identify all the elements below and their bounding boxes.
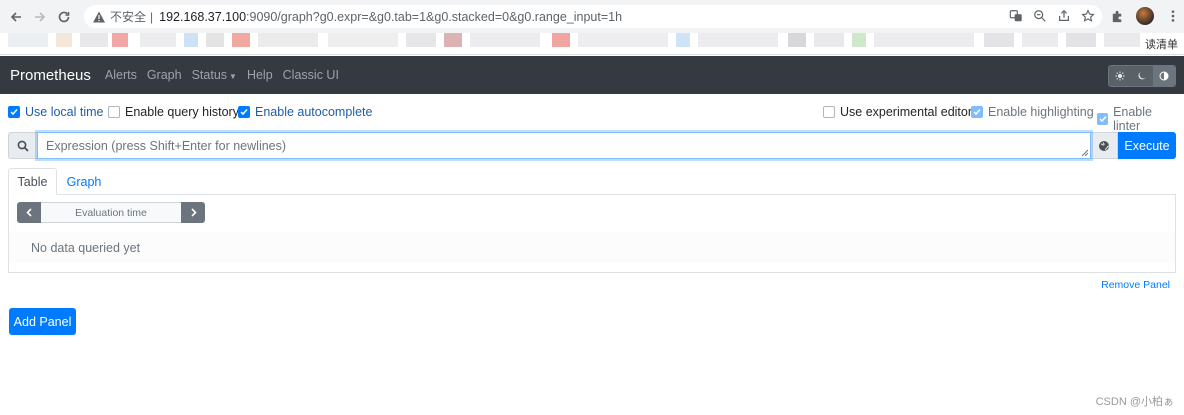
bookmark-star-icon[interactable] <box>1080 8 1096 24</box>
tab-graph[interactable]: Graph <box>57 168 111 195</box>
address-bar[interactable]: 不安全 | 192.168.37.100 :9090/graph?g0.expr… <box>84 5 1102 28</box>
query-options: Use local time Enable query history Enab… <box>8 105 1176 133</box>
bookmark-item[interactable] <box>56 33 72 47</box>
caret-down-icon: ▼ <box>229 72 237 81</box>
menu-kebab-icon[interactable] <box>1164 7 1182 25</box>
tab-table[interactable]: Table <box>8 168 57 195</box>
highlighting-label: Enable highlighting <box>988 105 1094 119</box>
checkbox-checked-disabled-icon <box>1097 113 1109 125</box>
checkbox-unchecked-icon[interactable] <box>823 106 835 118</box>
profile-avatar[interactable] <box>1136 7 1154 25</box>
resize-grip-icon[interactable] <box>1081 149 1088 156</box>
expression-row: Expression (press Shift+Enter for newlin… <box>8 132 1176 159</box>
checkbox-checked-icon[interactable] <box>8 106 20 118</box>
nav-help[interactable]: Help <box>247 68 273 82</box>
light-theme-icon[interactable] <box>1109 66 1131 86</box>
bookmark-item[interactable] <box>874 33 974 47</box>
bookmark-item[interactable] <box>1104 33 1140 47</box>
linter-label: Enable linter <box>1113 105 1152 133</box>
evaluation-time-group: Evaluation time <box>17 202 205 223</box>
chevron-left-icon[interactable] <box>17 202 41 223</box>
expression-input[interactable]: Expression (press Shift+Enter for newlin… <box>37 132 1091 159</box>
local-time-label[interactable]: Use local time <box>25 105 104 119</box>
reload-icon[interactable] <box>52 5 76 29</box>
share-icon[interactable] <box>1056 8 1072 24</box>
bookmark-item[interactable] <box>184 33 198 47</box>
watermark: CSDN @小柏ぁ <box>1095 396 1174 408</box>
nav-status-dropdown[interactable]: Status ▼ <box>192 68 237 82</box>
bookmark-item[interactable] <box>578 33 668 47</box>
table-panel: Evaluation time No data queried yet <box>8 195 1176 273</box>
bookmark-item[interactable] <box>984 33 1014 47</box>
evaluation-time-placeholder: Evaluation time <box>75 206 147 219</box>
search-icon <box>8 132 37 159</box>
bookmark-item[interactable] <box>328 33 398 47</box>
query-history-label[interactable]: Enable query history <box>125 105 239 119</box>
nav-status-label: Status <box>191 68 228 82</box>
reading-list-label[interactable]: 读清单 <box>1145 36 1178 52</box>
autocomplete-checkbox[interactable]: Enable autocomplete <box>238 105 372 119</box>
nav-graph[interactable]: Graph <box>147 68 182 82</box>
local-time-checkbox[interactable]: Use local time <box>8 105 104 119</box>
empty-state-text: No data queried yet <box>31 240 141 255</box>
bookmark-item[interactable] <box>852 33 866 47</box>
nav-classic-ui[interactable]: Classic UI <box>283 68 339 82</box>
bookmark-item[interactable] <box>698 33 778 47</box>
execute-button[interactable]: Execute <box>1118 132 1176 159</box>
browser-toolbar: 不安全 | 192.168.37.100 :9090/graph?g0.expr… <box>0 0 1184 33</box>
remove-panel-link[interactable]: Remove Panel <box>1101 279 1170 291</box>
query-history-checkbox[interactable]: Enable query history <box>108 105 239 119</box>
auto-theme-icon[interactable] <box>1153 66 1175 86</box>
empty-state-message: No data queried yet <box>9 232 1175 263</box>
extensions-icon[interactable] <box>1108 7 1126 25</box>
bookmark-item[interactable] <box>676 33 690 47</box>
bookmark-item[interactable] <box>232 33 250 47</box>
bookmark-item[interactable] <box>470 33 540 47</box>
experimental-editor-checkbox[interactable]: Use experimental editor <box>823 105 972 119</box>
back-icon[interactable] <box>4 5 28 29</box>
checkbox-checked-disabled-icon <box>971 106 983 118</box>
top-navbar: Prometheus Alerts Graph Status ▼ Help Cla… <box>0 56 1184 94</box>
zoom-icon[interactable] <box>1032 8 1048 24</box>
brand-logo[interactable]: Prometheus <box>10 67 91 84</box>
insecure-label: 不安全 <box>110 10 147 24</box>
bookmark-item[interactable] <box>814 33 844 47</box>
expression-placeholder: Expression (press Shift+Enter for newlin… <box>46 138 287 153</box>
bookmark-item[interactable] <box>258 33 318 47</box>
checkbox-checked-icon[interactable] <box>238 106 250 118</box>
checkbox-unchecked-icon[interactable] <box>108 106 120 118</box>
metrics-explorer-globe-icon[interactable] <box>1091 132 1118 159</box>
forward-icon[interactable] <box>28 5 52 29</box>
bookmark-item[interactable] <box>552 33 570 47</box>
bookmark-item[interactable] <box>788 33 806 47</box>
autocomplete-label[interactable]: Enable autocomplete <box>255 105 372 119</box>
translate-icon[interactable] <box>1008 8 1024 24</box>
bookmark-item[interactable] <box>206 33 224 47</box>
bookmarks-bar: 读清单 <box>0 33 1184 55</box>
nav-alerts[interactable]: Alerts <box>105 68 137 82</box>
url-host: 192.168.37.100 <box>159 9 247 24</box>
bookmark-item[interactable] <box>1022 33 1058 47</box>
url-path: :9090/graph?g0.expr=&g0.tab=1&g0.stacked… <box>246 9 623 24</box>
bookmark-item[interactable] <box>406 33 436 47</box>
theme-toggle-group <box>1108 65 1176 87</box>
bookmark-item[interactable] <box>80 33 108 47</box>
bookmark-item[interactable] <box>8 33 48 47</box>
experimental-editor-label[interactable]: Use experimental editor <box>840 105 972 119</box>
bookmark-item[interactable] <box>140 33 176 47</box>
linter-checkbox[interactable]: Enable linter <box>1097 105 1176 133</box>
chevron-right-icon[interactable] <box>181 202 205 223</box>
bookmark-item[interactable] <box>444 33 462 47</box>
bookmark-item[interactable] <box>112 33 128 47</box>
highlighting-checkbox[interactable]: Enable highlighting <box>971 105 1094 119</box>
bookmark-item[interactable] <box>1066 33 1096 47</box>
panel-tabs: Table Graph <box>8 168 1176 195</box>
url-separator: | <box>150 9 154 24</box>
warning-icon <box>93 11 105 22</box>
evaluation-time-input[interactable]: Evaluation time <box>41 202 181 223</box>
add-panel-button[interactable]: Add Panel <box>9 308 76 335</box>
dark-theme-icon[interactable] <box>1131 66 1153 86</box>
